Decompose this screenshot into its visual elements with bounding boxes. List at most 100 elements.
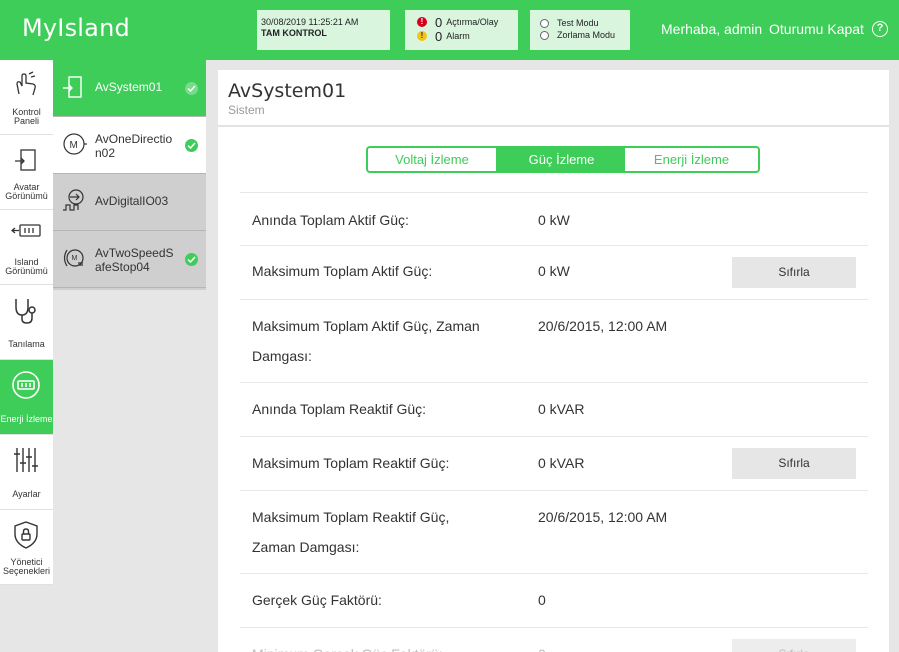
alarm-warning-icon: ! bbox=[417, 31, 427, 41]
check-icon bbox=[185, 82, 198, 95]
system-entry-icon bbox=[63, 76, 82, 98]
trips-row: ! 0 Açtırma/Olay bbox=[417, 15, 518, 30]
reading-row: Gerçek Güç Faktörü: 0 bbox=[240, 573, 868, 627]
reading-label: Maksimum Toplam Aktif Güç, Zaman Damgası… bbox=[252, 311, 512, 371]
device-name-line1: AvTwoSpeedS bbox=[95, 246, 174, 260]
page-title: AvSystem01 bbox=[228, 80, 347, 102]
reading-value: 0 kW bbox=[538, 263, 570, 279]
nav-label-diagnostics: Tanılama bbox=[8, 339, 45, 349]
reading-row: Minimum Gerçek Güç Faktörü: 0 Sıfırla bbox=[240, 627, 868, 652]
user-greeting: Merhaba, admin bbox=[661, 21, 763, 37]
nav-label-control-panel-2: Paneli bbox=[13, 116, 40, 126]
nav-label-energy: Enerji İzleme bbox=[0, 414, 53, 424]
device-name: AvSystem01 bbox=[95, 80, 163, 94]
device-name: AvOneDirectio n02 bbox=[95, 132, 183, 160]
datetime: 30/08/2019 11:25:21 AM bbox=[261, 17, 359, 27]
reading-label: Maksimum Toplam Aktif Güç: bbox=[252, 263, 433, 279]
stethoscope-icon bbox=[15, 299, 36, 324]
motor-icon: M bbox=[63, 133, 87, 155]
reading-row: Anında Toplam Aktif Güç: 0 kW bbox=[240, 192, 868, 245]
nav-label-settings: Ayarlar bbox=[12, 489, 41, 499]
device-item-avdigitalio03[interactable]: AvDigitalIO03 bbox=[53, 174, 206, 231]
system-status-box: 30/08/2019 11:25:21 AM TAM KONTROL bbox=[257, 10, 390, 50]
trip-alert-icon: ! bbox=[417, 17, 427, 27]
alarms-count: 0 bbox=[435, 28, 443, 44]
forcing-mode-option[interactable]: Zorlama Modu bbox=[540, 29, 630, 41]
reading-label: Maksimum Toplam Reaktif Güç: bbox=[252, 455, 450, 471]
left-nav: Kontrol Paneli Avatar Görünümü Island Gö… bbox=[0, 60, 53, 585]
forcing-mode-label: Zorlama Modu bbox=[557, 30, 616, 40]
sliders-icon bbox=[14, 448, 38, 472]
test-mode-radio[interactable] bbox=[540, 18, 549, 28]
device-name: AvTwoSpeedS afeStop04 bbox=[95, 246, 183, 274]
device-item-avtwospeedsafestop04[interactable]: M AvTwoSpeedS afeStop04 bbox=[53, 231, 206, 288]
power-readings-table: Anında Toplam Aktif Güç: 0 kW Maksimum T… bbox=[240, 192, 868, 652]
device-name-line1: AvOneDirectio bbox=[95, 132, 173, 146]
app-title: MyIsland bbox=[22, 14, 130, 42]
reading-value: 20/6/2015, 12:00 AM bbox=[538, 318, 668, 334]
trips-label: Açtırma/Olay bbox=[446, 17, 499, 27]
check-icon bbox=[185, 139, 198, 152]
reading-value: 0 kVAR bbox=[538, 401, 585, 417]
nav-item-island-view[interactable]: Island Görünümü bbox=[0, 210, 53, 285]
reading-label: Maksimum Toplam Reaktif Güç, Zaman Damga… bbox=[252, 502, 512, 562]
reset-button[interactable]: Sıfırla bbox=[732, 257, 856, 288]
reading-label-line2: Damgası: bbox=[252, 348, 312, 364]
tab-power-monitoring[interactable]: Güç İzleme bbox=[498, 148, 625, 171]
nav-item-energy-monitoring[interactable]: Enerji İzleme bbox=[0, 360, 53, 435]
device-name-line2: n02 bbox=[95, 146, 116, 160]
device-name: AvDigitalIO03 bbox=[95, 194, 169, 208]
digital-io-icon bbox=[63, 189, 84, 211]
reading-row: Maksimum Toplam Reaktif Güç, Zaman Damga… bbox=[240, 490, 868, 573]
reading-value: 0 kW bbox=[538, 212, 570, 228]
nav-item-avatar-view[interactable]: Avatar Görünümü bbox=[0, 135, 53, 210]
tab-voltage-monitoring[interactable]: Voltaj İzleme bbox=[368, 148, 498, 171]
svg-text:M: M bbox=[72, 255, 78, 262]
check-icon bbox=[185, 253, 198, 266]
reading-value: 0 kVAR bbox=[538, 455, 585, 471]
logout-link[interactable]: Oturumu Kapat bbox=[769, 21, 864, 37]
alarms-row: ! 0 Alarm bbox=[417, 28, 518, 44]
nav-item-settings[interactable]: Ayarlar bbox=[0, 435, 53, 510]
energy-meter-icon bbox=[12, 371, 40, 399]
header-divider bbox=[218, 125, 889, 127]
nav-label-admin-2: Seçenekleri bbox=[2, 566, 51, 576]
reset-button[interactable]: Sıfırla bbox=[732, 639, 856, 652]
help-icon[interactable]: ? bbox=[872, 21, 888, 37]
reading-label: Minimum Gerçek Güç Faktörü: bbox=[252, 639, 512, 652]
reading-label-line2: Zaman Damgası: bbox=[252, 539, 360, 555]
reading-row: Maksimum Toplam Aktif Güç: 0 kW Sıfırla bbox=[240, 245, 868, 299]
reading-label: Anında Toplam Aktif Güç: bbox=[252, 212, 409, 228]
island-view-icon bbox=[11, 224, 41, 237]
test-mode-option[interactable]: Test Modu bbox=[540, 17, 630, 29]
nav-label-avatar-2: Görünümü bbox=[5, 191, 48, 201]
device-item-avonedirection02[interactable]: M AvOneDirectio n02 bbox=[53, 117, 206, 174]
avatar-view-icon bbox=[15, 149, 36, 171]
reading-label-line1: Maksimum Toplam Aktif Güç, Zaman bbox=[252, 318, 480, 334]
reset-button[interactable]: Sıfırla bbox=[732, 448, 856, 479]
reading-value: 0 bbox=[538, 592, 546, 608]
nav-item-diagnostics[interactable]: Tanılama bbox=[0, 285, 53, 360]
page-subtitle: Sistem bbox=[228, 103, 265, 117]
reading-row: Maksimum Toplam Reaktif Güç: 0 kVAR Sıfı… bbox=[240, 436, 868, 490]
reading-row: Anında Toplam Reaktif Güç: 0 kVAR bbox=[240, 382, 868, 436]
device-name-line2: afeStop04 bbox=[95, 260, 150, 274]
test-mode-label: Test Modu bbox=[557, 18, 599, 28]
top-bar: MyIsland 30/08/2019 11:25:21 AM TAM KONT… bbox=[0, 0, 899, 60]
reading-row: Maksimum Toplam Aktif Güç, Zaman Damgası… bbox=[240, 299, 868, 382]
control-mode: TAM KONTROL bbox=[261, 28, 327, 38]
forcing-mode-radio[interactable] bbox=[540, 30, 549, 40]
reading-value: 0 bbox=[538, 639, 546, 652]
device-item-avsystem01[interactable]: AvSystem01 bbox=[53, 60, 206, 117]
alarm-summary-box[interactable]: ! 0 Açtırma/Olay ! 0 Alarm bbox=[405, 10, 518, 50]
reading-label-line1: Maksimum Toplam Reaktif Güç, bbox=[252, 509, 450, 525]
two-speed-motor-icon: M bbox=[63, 249, 84, 267]
mode-box: Test Modu Zorlama Modu bbox=[530, 10, 630, 50]
shield-lock-icon bbox=[14, 521, 38, 549]
reading-label: Anında Toplam Reaktif Güç: bbox=[252, 401, 427, 417]
tab-energy-monitoring[interactable]: Enerji İzleme bbox=[625, 148, 758, 171]
reading-label: Gerçek Güç Faktörü: bbox=[252, 592, 382, 608]
alarms-label: Alarm bbox=[446, 31, 470, 41]
nav-item-admin-options[interactable]: Yönetici Seçenekleri bbox=[0, 510, 53, 585]
nav-item-control-panel[interactable]: Kontrol Paneli bbox=[0, 60, 53, 135]
